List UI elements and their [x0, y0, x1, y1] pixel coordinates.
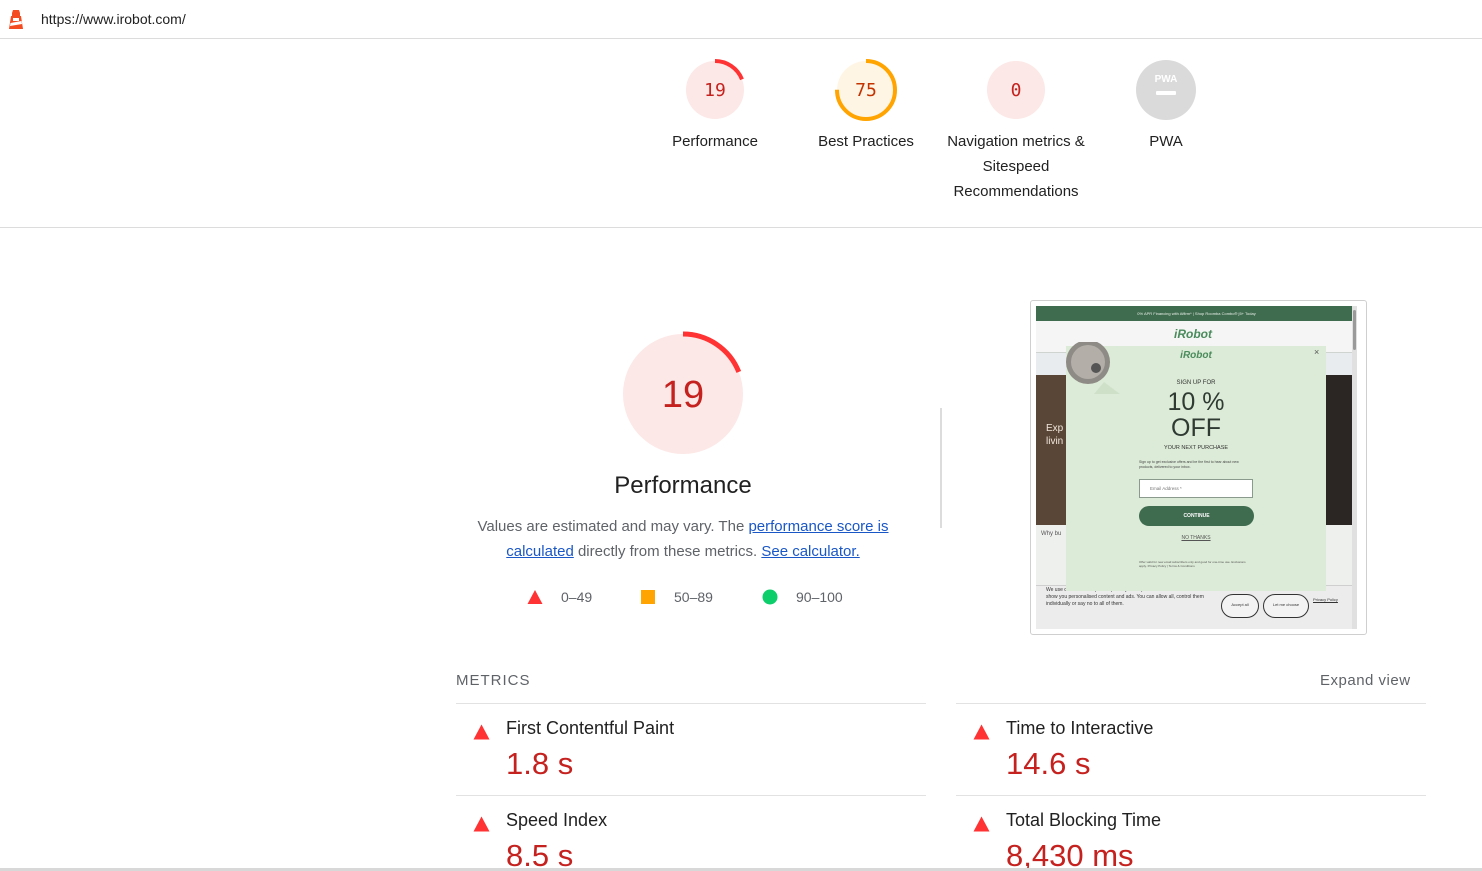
- modal-logo: iRobot: [1180, 350, 1212, 361]
- no-thanks-link: NO THANKS: [1181, 535, 1211, 541]
- signup-text: SIGN UP FOR: [1176, 380, 1216, 386]
- metric-value: 1.8 s: [506, 746, 574, 781]
- legend-pass: 90–100: [762, 587, 843, 607]
- gauge-navigation-metrics[interactable]: 0 Navigation metrics & Sitespeed Recomme…: [941, 58, 1091, 204]
- metric-name: Time to Interactive: [1006, 718, 1154, 738]
- accept-all-button: Accept all: [1221, 594, 1259, 618]
- fail-triangle-icon: [973, 724, 990, 740]
- performance-description: Values are estimated and may vary. The p…: [463, 514, 903, 564]
- report-url[interactable]: https://www.irobot.com/: [41, 11, 186, 27]
- metric-value: 8.5 s: [506, 838, 574, 871]
- gauge-best-practices[interactable]: 75 Best Practices: [791, 58, 941, 154]
- legend-fail: 0–49: [527, 587, 592, 607]
- why-text: Why bu: [1041, 531, 1062, 537]
- legend-average: 50–89: [640, 587, 713, 607]
- legend-range: 0–49: [561, 589, 593, 605]
- gauge-label: Navigation metrics & Sitespeed Recommend…: [947, 133, 1085, 200]
- metric-divider: [456, 703, 926, 704]
- square-icon: [641, 590, 655, 604]
- discount-value: 10 %: [1167, 388, 1225, 416]
- pwa-badge-text: PWA: [1155, 74, 1178, 85]
- metrics-heading: METRICS: [456, 672, 531, 689]
- see-calculator-link[interactable]: See calculator.: [761, 543, 859, 560]
- metric-value: 14.6 s: [1006, 746, 1091, 781]
- gauge-score: 75: [855, 80, 877, 101]
- scrollbar: [1352, 306, 1357, 629]
- best-practices-gauge-icon: 75: [835, 59, 897, 121]
- fail-triangle-icon: [973, 816, 990, 832]
- email-field: Email Address *: [1139, 479, 1253, 498]
- circle-icon: [762, 589, 778, 605]
- gauge-label: Best Practices: [818, 133, 914, 150]
- metric-value: 8,430 ms: [1006, 838, 1134, 871]
- performance-gauge-icon: 19: [684, 59, 746, 121]
- lighthouse-logo-icon: [9, 10, 23, 29]
- category-gauges: 19 Performance 75 Best Practices 0 Navig…: [0, 39, 1482, 228]
- expand-view-toggle[interactable]: Expand view: [1320, 672, 1411, 689]
- continue-button: CONTINUE: [1139, 506, 1254, 526]
- metric-divider: [956, 795, 1426, 796]
- hero-text: Exp livin: [1046, 423, 1064, 447]
- scrollbar-thumb: [1353, 310, 1356, 350]
- performance-score-gauge: 19: [620, 331, 746, 457]
- discount-percent: 10 % OFF: [1066, 389, 1326, 441]
- gauge-score: 0: [1011, 80, 1022, 101]
- discount-off: OFF: [1171, 414, 1221, 442]
- metric-name: Total Blocking Time: [1006, 810, 1162, 830]
- signup-modal: iRobot × SIGN UP FOR 10 % OFF YOUR NEXT …: [1066, 342, 1326, 591]
- site-logo: iRobot: [1174, 327, 1212, 341]
- next-purchase-text: YOUR NEXT PURCHASE: [1163, 445, 1229, 451]
- legend-range: 90–100: [796, 589, 843, 605]
- final-screenshot[interactable]: 0% APR Financing with Affirm* | Shop Roo…: [1030, 300, 1367, 635]
- gauge-label: Performance: [672, 133, 758, 150]
- metric-name: Speed Index: [506, 810, 608, 830]
- triangle-icon: [527, 590, 543, 604]
- fail-triangle-icon: [473, 816, 490, 832]
- description-text: Values are estimated and may vary. The: [477, 518, 749, 535]
- promo-banner: 0% APR Financing with Affirm* | Shop Roo…: [1036, 306, 1357, 321]
- let-me-choose-button: Let me choose: [1263, 594, 1309, 618]
- modal-fine-print: Offer valid for new email subscribers on…: [1139, 560, 1246, 568]
- description-text: directly from these metrics.: [573, 543, 762, 560]
- section-divider: [940, 408, 942, 528]
- gauge-score: 19: [704, 80, 726, 101]
- gauge-performance[interactable]: 19 Performance: [640, 58, 790, 154]
- modal-close-icon: ×: [1314, 347, 1320, 357]
- pwa-badge-icon: PWA: [1136, 60, 1196, 120]
- fail-triangle-icon: [473, 724, 490, 740]
- metric-divider: [456, 795, 926, 796]
- privacy-link: Privacy Policy: [1313, 597, 1338, 602]
- metric-name: First Contentful Paint: [506, 718, 675, 738]
- screenshot-image: 0% APR Financing with Affirm* | Shop Roo…: [1036, 306, 1357, 629]
- metric-divider: [956, 703, 1426, 704]
- performance-title: Performance: [614, 472, 752, 499]
- url-bar: https://www.irobot.com/: [0, 0, 1482, 39]
- legend-range: 50–89: [674, 589, 713, 605]
- gauge-pwa[interactable]: PWA PWA: [1091, 58, 1241, 154]
- navigation-gauge-icon: 0: [987, 61, 1045, 119]
- signup-body: Sign up to get exclusive offers and be t…: [1139, 460, 1239, 469]
- performance-score-value: 19: [662, 374, 704, 416]
- gauge-label: PWA: [1149, 133, 1183, 150]
